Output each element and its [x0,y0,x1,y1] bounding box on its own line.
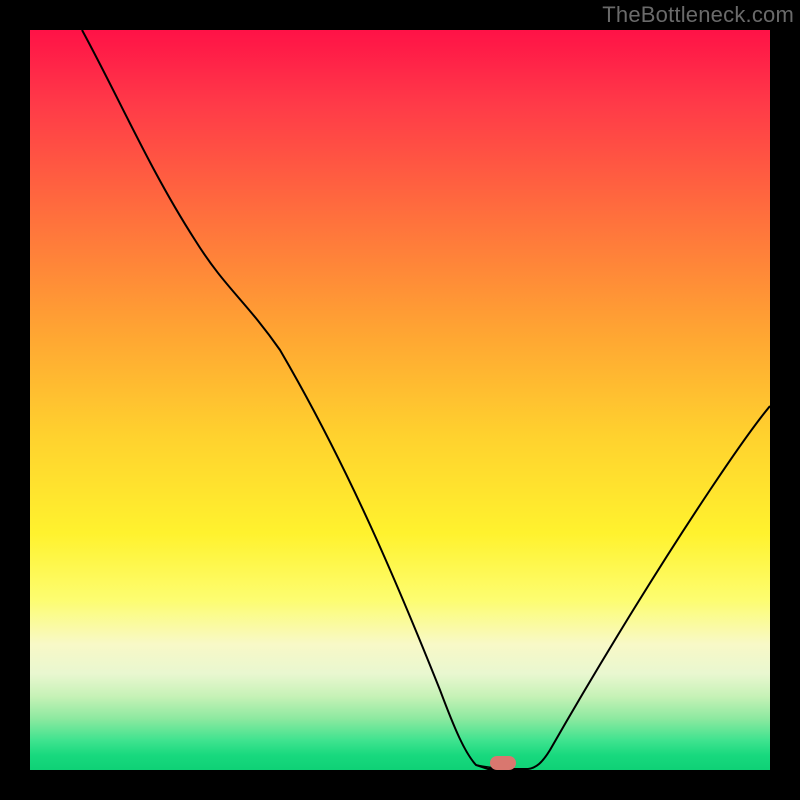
chart-frame: TheBottleneck.com [0,0,800,800]
plot-area [30,30,770,770]
optimal-point-marker [490,756,516,770]
bottleneck-curve [30,30,770,770]
watermark-text: TheBottleneck.com [602,2,794,28]
